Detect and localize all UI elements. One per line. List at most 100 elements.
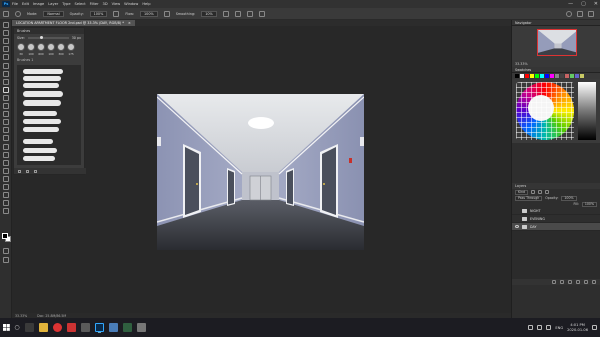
zoom-tool-icon[interactable] [2,183,9,190]
share-icon[interactable] [588,11,594,17]
brush-preset[interactable] [57,43,65,51]
add-mask-icon[interactable] [568,280,572,284]
filter-pixel-icon[interactable] [531,190,536,194]
gradient-tool-icon[interactable] [2,119,9,126]
rotate-view-tool-icon[interactable] [2,200,9,207]
eyedropper-tool-icon[interactable] [2,70,9,77]
menu-3d[interactable]: 3D [103,2,108,6]
layer-fill-field[interactable]: 100% [581,201,597,207]
color-swatch[interactable] [530,74,534,78]
pressure-opacity-icon[interactable] [113,10,120,17]
color-swatch[interactable] [560,74,564,78]
opacity-field[interactable]: 100% [89,10,108,17]
angle-icon[interactable] [234,10,241,17]
app-misc-icon[interactable] [136,323,146,332]
color-swatch[interactable] [520,74,524,78]
brush-preset[interactable] [67,43,75,51]
crop-tool-icon[interactable] [2,54,9,61]
value-spectrum-bar[interactable] [578,82,596,140]
brush-preset[interactable] [47,43,55,51]
flow-field[interactable]: 100% [140,10,158,17]
navigator-thumbnail[interactable] [537,29,577,56]
color-swatch[interactable] [575,74,579,78]
lasso-tool-icon[interactable] [2,38,9,45]
new-group-icon[interactable] [26,169,29,173]
layer-opacity-field[interactable]: 100% [561,195,577,201]
menu-file[interactable]: File [12,2,18,6]
layer-kind-filter[interactable]: Kind [515,189,529,195]
brush-folder[interactable]: Brushes 1 [14,57,84,63]
navigator-zoom-value[interactable]: 33.33% [515,62,528,66]
frame-tool-icon[interactable] [2,62,9,69]
menu-view[interactable]: View [112,2,121,6]
type-tool-icon[interactable] [2,151,9,158]
brush-stroke-preview[interactable] [23,76,61,81]
quick-select-tool-icon[interactable] [2,46,9,53]
brush-stroke-preview[interactable] [23,111,57,116]
brush-stroke-preview[interactable] [23,148,57,153]
brush-stroke-preview[interactable] [23,91,63,97]
filter-type-icon[interactable] [545,190,550,194]
pressure-size-icon[interactable] [246,10,253,17]
app-red-icon[interactable] [66,323,76,332]
airbrush-icon[interactable] [163,10,170,17]
file-explorer-icon[interactable] [38,323,48,332]
menu-layer[interactable]: Layer [48,2,58,6]
search-icon[interactable] [566,11,572,17]
pen-tool-icon[interactable] [2,143,9,150]
clone-stamp-tool-icon[interactable] [2,94,9,101]
close-button[interactable]: ✕ [594,1,598,7]
chrome-icon[interactable] [52,323,62,332]
brush-stroke-preview[interactable] [23,139,53,144]
color-swatch[interactable] [545,74,549,78]
menu-filter[interactable]: Filter [90,2,99,6]
trash-icon[interactable] [592,280,596,284]
more-tools-icon[interactable] [2,192,9,199]
rectangle-tool-icon[interactable] [2,167,9,174]
symmetry-icon[interactable] [258,10,265,17]
move-tool-icon[interactable] [2,22,9,29]
task-view-icon[interactable] [24,323,34,332]
brush-stroke-preview[interactable] [23,156,55,161]
link-layers-icon[interactable] [552,280,556,284]
color-swatch[interactable] [515,74,519,78]
brush-preset[interactable] [27,43,35,51]
eye-icon[interactable] [515,225,519,228]
layer-row[interactable]: NIGHT [512,207,600,215]
status-zoom[interactable]: 33.33% [15,314,27,318]
brush-tool-icon[interactable] [2,86,9,93]
new-group-icon[interactable] [576,280,580,284]
color-swatch[interactable] [540,74,544,78]
dodge-tool-icon[interactable] [2,135,9,142]
marquee-tool-icon[interactable] [2,30,9,37]
layer-row[interactable]: EVENING [512,215,600,223]
network-icon[interactable] [537,325,543,330]
color-swatch[interactable] [555,74,559,78]
healing-brush-tool-icon[interactable] [2,78,9,85]
color-swatch[interactable] [565,74,569,78]
chevron-up-icon[interactable] [528,325,534,330]
document-canvas[interactable] [157,94,364,250]
color-swatch[interactable] [550,74,554,78]
brush-stroke-list[interactable] [17,65,81,165]
brush-tool-icon[interactable] [3,10,9,17]
filter-adjustment-icon[interactable] [538,190,543,194]
notification-icon[interactable] [592,325,597,330]
add-style-icon[interactable] [560,280,564,284]
brush-stroke-preview[interactable] [23,119,61,124]
screen-mode-icon[interactable] [3,257,9,263]
trash-icon[interactable] [34,169,37,173]
color-swatch[interactable] [570,74,574,78]
color-swatch[interactable] [535,74,539,78]
menu-window[interactable]: Window [124,2,138,6]
minimize-button[interactable]: — [568,1,573,7]
layer-row-selected[interactable]: DAY [512,223,600,231]
menu-type[interactable]: Type [62,2,70,6]
menu-image[interactable]: Image [33,2,44,6]
eraser-tool-icon[interactable] [2,111,9,118]
app-green-icon[interactable] [122,323,132,332]
brush-stroke-preview[interactable] [23,83,59,88]
mode-select[interactable]: Normal [43,10,64,17]
language-indicator[interactable]: ENG [555,326,563,330]
hand-tool-icon[interactable] [2,175,9,182]
